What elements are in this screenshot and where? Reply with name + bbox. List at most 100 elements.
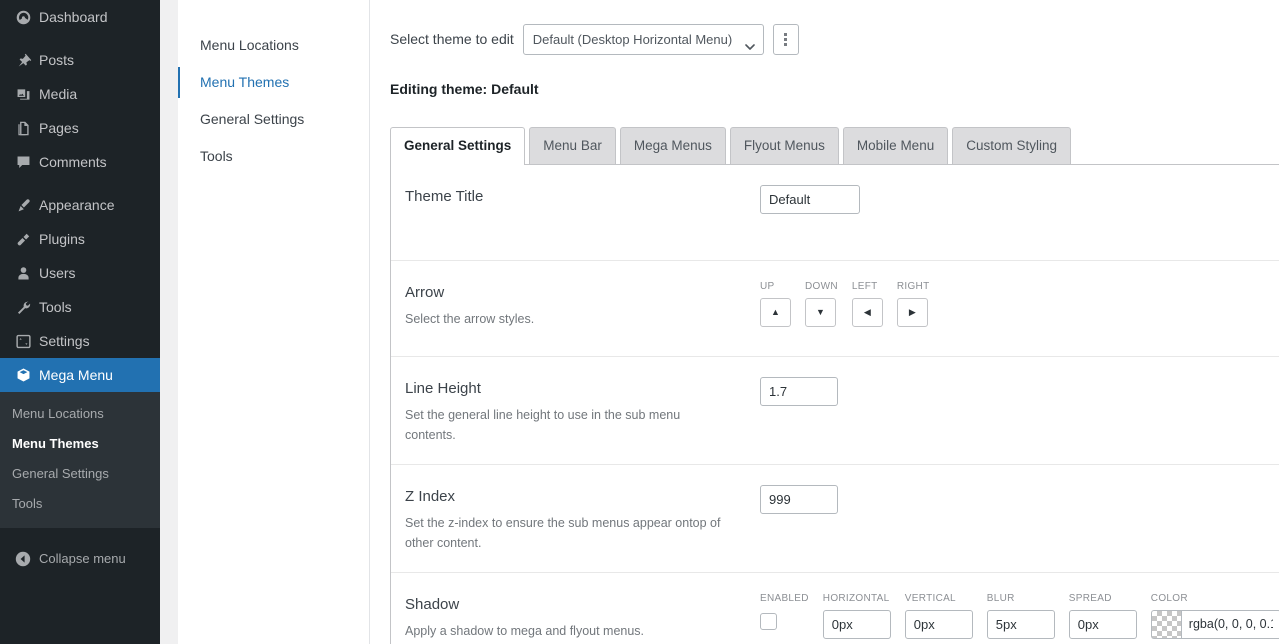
wp-admin-sidebar: Dashboard Posts Media Pages Comments Appearan…: [0, 0, 168, 644]
setting-title: Shadow: [405, 595, 460, 613]
wp-menu-item-label: Settings: [39, 332, 90, 349]
kebab-dot: [784, 43, 788, 46]
wrench-icon: [9, 297, 37, 317]
tab-menu-bar[interactable]: Menu Bar: [529, 126, 616, 165]
shadow-color-group: COLOR: [1150, 592, 1279, 639]
color-swatch-icon[interactable]: [1150, 609, 1181, 639]
setting-label-line-height: Line Height Set the general line height …: [405, 376, 760, 445]
wp-menu-item-label: Appearance: [39, 196, 115, 213]
z-index-input[interactable]: [760, 485, 838, 515]
settings-panel: Theme Title Arrow Select the arrow style…: [390, 164, 1279, 644]
setting-description: Select the arrow styles.: [405, 312, 535, 327]
setting-title: Line Height: [405, 380, 481, 398]
plugin-nav-item-tools[interactable]: Tools: [178, 138, 369, 175]
arrow-left-button[interactable]: ◀: [851, 298, 883, 328]
plugin-main-content: Select theme to edit Default (Desktop Ho…: [370, 0, 1279, 644]
plugin-nav-item-menu-locations[interactable]: Menu Locations: [178, 27, 369, 64]
wp-menu-item-tools[interactable]: Tools: [0, 290, 160, 324]
tab-mobile-menu[interactable]: Mobile Menu: [842, 126, 949, 165]
select-theme-label: Select theme to edit: [390, 31, 514, 47]
kebab-dot: [784, 33, 788, 36]
wp-menu-item-plugins[interactable]: Plugins: [0, 222, 160, 256]
plugin-nav-item-menu-themes[interactable]: Menu Themes: [178, 64, 369, 101]
shadow-enabled-checkbox[interactable]: [760, 612, 777, 630]
setting-row-z-index: Z Index Set the z-index to ensure the su…: [391, 465, 1279, 573]
shadow-enabled-group: ENABLED: [760, 593, 809, 630]
dashboard-icon: [9, 7, 37, 27]
wp-menu-item-comments[interactable]: Comments: [0, 145, 160, 179]
mega-menu-icon: [9, 365, 37, 385]
wp-menu-separator: [0, 34, 160, 43]
arrow-caption-down: DOWN: [805, 281, 838, 293]
tab-general-settings[interactable]: General Settings: [390, 126, 526, 166]
collapse-arrow-icon: [9, 551, 37, 567]
tab-custom-styling[interactable]: Custom Styling: [952, 126, 1072, 165]
sidebar-gutter: [160, 0, 178, 644]
line-height-input[interactable]: [760, 377, 838, 407]
wp-menu-separator: [0, 179, 160, 188]
pin-icon: [9, 50, 37, 70]
shadow-spread-input[interactable]: [1068, 609, 1137, 639]
arrow-down-icon: ▼: [816, 307, 825, 318]
wp-menu-item-appearance[interactable]: Appearance: [0, 188, 160, 222]
wp-menu-item-label: Posts: [39, 51, 75, 68]
wp-menu-item-label: Users: [39, 264, 76, 281]
editing-theme-heading: Editing theme: Default: [390, 81, 539, 97]
wp-submenu-item-tools[interactable]: Tools: [0, 489, 160, 519]
wp-submenu-item-menu-locations[interactable]: Menu Locations: [0, 399, 160, 429]
wp-menu-item-users[interactable]: Users: [0, 256, 160, 290]
wp-submenu-item-general-settings[interactable]: General Settings: [0, 459, 160, 489]
wp-menu-item-media[interactable]: Media: [0, 77, 160, 111]
theme-selector-row: Select theme to edit Default (Desktop Ho…: [390, 24, 1279, 55]
collapse-menu-button[interactable]: Collapse menu: [0, 542, 160, 576]
theme-actions-kebab-button[interactable]: [772, 24, 799, 55]
media-icon: [9, 84, 37, 104]
shadow-color-caption: COLOR: [1150, 592, 1188, 604]
tab-flyout-menus[interactable]: Flyout Menus: [729, 126, 839, 165]
arrow-caption-left: LEFT: [851, 281, 878, 293]
admin-page: Dashboard Posts Media Pages Comments Appearan…: [0, 0, 1279, 644]
wp-menu-item-dashboard[interactable]: Dashboard: [0, 0, 160, 34]
wp-menu-item-posts[interactable]: Posts: [0, 43, 160, 77]
theme-title-input[interactable]: [760, 185, 860, 215]
shadow-horizontal-group: HORIZONTAL: [822, 592, 891, 639]
arrow-up-button[interactable]: ▲: [760, 298, 791, 328]
shadow-spread-caption: SPREAD: [1068, 592, 1112, 604]
arrow-down-button[interactable]: ▼: [805, 298, 836, 328]
shadow-vertical-caption: VERTICAL: [904, 592, 956, 604]
shadow-blur-caption: BLUR: [986, 592, 1015, 604]
shadow-numeric-fields: HORIZONTAL VERTICAL BLUR SPREAD: [822, 592, 1137, 639]
shadow-horizontal-input[interactable]: [822, 609, 891, 639]
wp-submenu-item-menu-themes[interactable]: Menu Themes: [0, 429, 160, 459]
plugin-settings-nav: Menu Locations Menu Themes General Setting…: [178, 0, 370, 644]
comments-icon: [9, 152, 37, 172]
setting-label-theme-title: Theme Title: [405, 184, 760, 207]
setting-row-theme-title: Theme Title: [391, 165, 1279, 262]
setting-controls-theme-title: [760, 184, 860, 215]
arrow-right-icon: ▶: [908, 307, 916, 318]
wp-menu-item-mega-menu[interactable]: Mega Menu: [0, 358, 168, 392]
theme-select[interactable]: Default (Desktop Horizontal Menu): [522, 24, 764, 55]
tab-mega-menus[interactable]: Mega Menus: [619, 126, 726, 165]
setting-label-z-index: Z Index Set the z-index to ensure the su…: [405, 484, 760, 553]
shadow-horizontal-caption: HORIZONTAL: [822, 592, 890, 604]
shadow-vertical-input[interactable]: [904, 609, 973, 639]
setting-description: Set the z-index to ensure the sub menus …: [405, 516, 721, 550]
arrow-right-button[interactable]: ▶: [896, 298, 928, 328]
settings-icon: [9, 331, 37, 351]
wp-menu-item-pages[interactable]: Pages: [0, 111, 160, 145]
wp-menu-item-label: Media: [39, 85, 78, 102]
setting-label-arrow: Arrow Select the arrow styles.: [405, 280, 760, 329]
shadow-blur-group: BLUR: [986, 592, 1055, 639]
wp-menu-item-label: Dashboard: [39, 8, 108, 25]
arrow-up-icon: ▲: [771, 307, 780, 318]
shadow-color-input[interactable]: [1180, 609, 1279, 639]
wp-menu-item-label: Pages: [39, 119, 79, 136]
arrow-caption-right: RIGHT: [896, 281, 930, 293]
setting-title: Z Index: [405, 488, 456, 506]
z-index-field-group: [760, 485, 838, 515]
theme-select-wrap: Default (Desktop Horizontal Menu): [522, 24, 764, 55]
shadow-blur-input[interactable]: [986, 609, 1055, 639]
wp-menu-item-settings[interactable]: Settings: [0, 324, 160, 358]
plugin-nav-item-general-settings[interactable]: General Settings: [178, 101, 369, 138]
